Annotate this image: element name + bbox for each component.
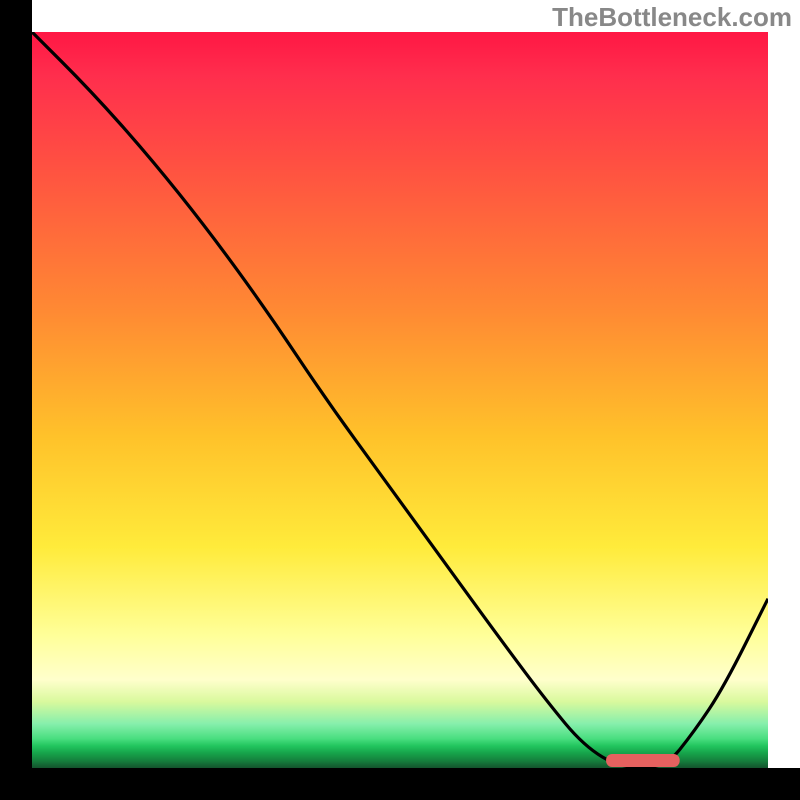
curve-overlay [32,32,768,768]
optimal-range-marker [606,754,680,767]
watermark-text: TheBottleneck.com [552,2,792,33]
chart-root: TheBottleneck.com [0,0,800,800]
plot-area [32,32,768,768]
bottleneck-curve [32,32,768,768]
y-axis-bar [0,0,32,800]
x-axis-bar [0,768,800,800]
